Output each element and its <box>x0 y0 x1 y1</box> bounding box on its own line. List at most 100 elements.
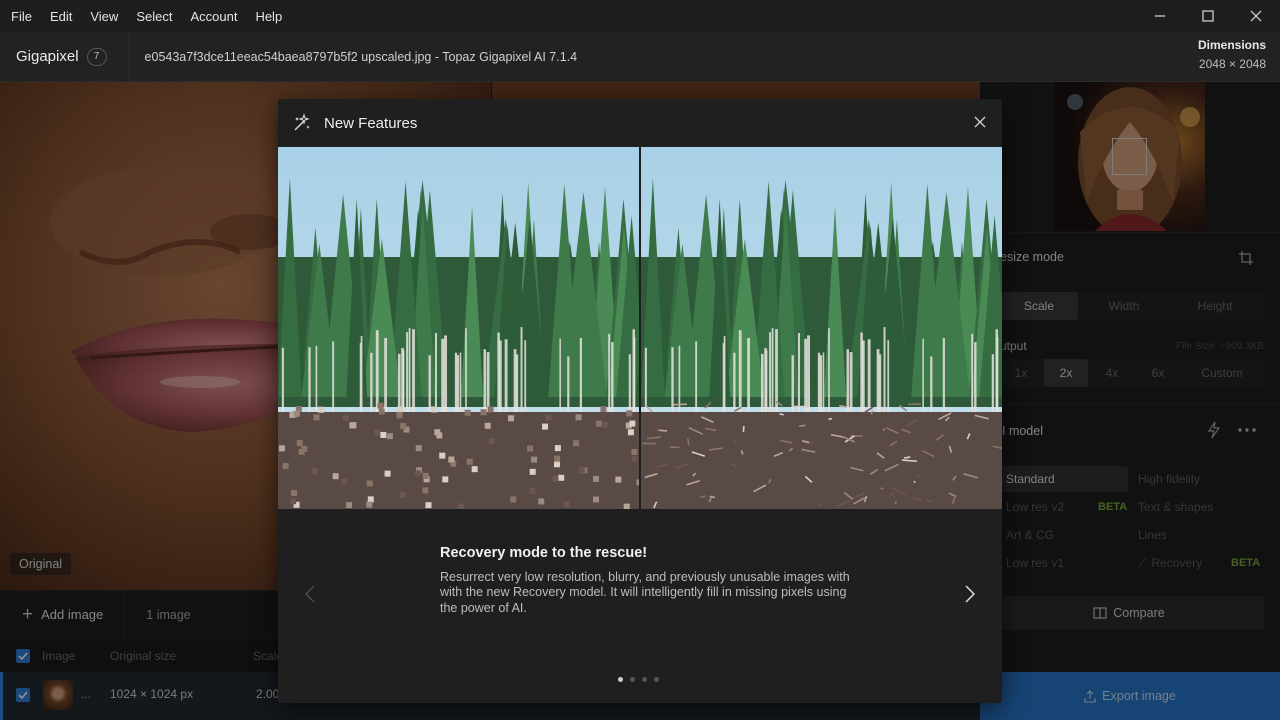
forest-shape <box>600 406 607 413</box>
app-name: Gigapixel <box>16 48 79 65</box>
pagination-dot[interactable] <box>618 677 623 682</box>
pagination-dot[interactable] <box>630 677 635 682</box>
forest-shape <box>797 333 800 424</box>
pagination-dot[interactable] <box>654 677 659 682</box>
forest-shape <box>508 415 515 422</box>
forest-shape <box>552 475 559 482</box>
minimize-icon <box>1155 15 1165 17</box>
close-icon <box>974 116 986 128</box>
close-icon <box>1250 10 1262 22</box>
forest-shape <box>406 332 409 423</box>
forest-shape <box>377 402 384 409</box>
maximize-icon <box>1202 10 1214 22</box>
forest-shape <box>995 329 998 420</box>
forest-shape <box>510 496 517 503</box>
forest-shape <box>484 422 491 429</box>
previous-slide-button[interactable] <box>296 580 324 608</box>
forest-shape <box>311 468 318 475</box>
minimize-button[interactable] <box>1136 0 1184 32</box>
forest-shape <box>386 433 393 440</box>
title-bar: Gigapixel 7 e0543a7f3dce11eeac54baea8797… <box>0 31 1280 82</box>
dimensions-readout: Dimensions 2048 × 2048 <box>1198 38 1266 71</box>
forest-shape <box>313 414 320 421</box>
forest-shape <box>488 438 495 445</box>
forest-shape <box>436 432 443 439</box>
forest-shape <box>798 424 806 427</box>
forest-shape <box>341 478 348 485</box>
menu-view[interactable]: View <box>81 9 127 24</box>
forest-shape <box>444 335 448 426</box>
forest-shape <box>641 412 1002 509</box>
forest-shape <box>396 412 403 419</box>
forest-shape <box>422 487 429 494</box>
dimensions-label: Dimensions <box>1197 38 1266 52</box>
forest-shape <box>278 412 639 509</box>
forest-shape <box>578 466 585 473</box>
menu-edit[interactable]: Edit <box>41 9 81 24</box>
window-controls <box>1136 0 1280 32</box>
forest-shape <box>431 406 438 413</box>
forest-shape <box>904 456 911 459</box>
forest-shape <box>894 501 897 505</box>
menu-account[interactable]: Account <box>181 9 246 24</box>
menu-file[interactable]: File <box>0 9 41 24</box>
close-window-button[interactable] <box>1232 0 1280 32</box>
title-divider <box>128 31 130 82</box>
forest-shape <box>282 462 289 469</box>
forest-shape <box>373 429 380 436</box>
forest-shape <box>779 412 784 416</box>
forest-shape <box>291 490 298 497</box>
sparkle-icon <box>294 113 310 131</box>
forest-shape <box>380 431 387 438</box>
maximize-button[interactable] <box>1184 0 1232 32</box>
forest-shape <box>480 409 487 416</box>
forest-shape <box>529 468 536 475</box>
forest-shape <box>366 480 373 487</box>
chevron-left-icon <box>305 585 315 603</box>
forest-shape <box>615 476 622 483</box>
forest-shape <box>487 406 494 413</box>
version-badge[interactable]: 7 <box>86 47 107 66</box>
slide-pagination <box>618 677 659 682</box>
forest-shape <box>439 452 446 459</box>
new-features-dialog: New Features Recovery mode to the rescue… <box>278 99 1002 703</box>
forest-shape <box>520 327 523 418</box>
forest-shape <box>384 470 391 477</box>
forest-shape <box>807 335 811 426</box>
forest-shape <box>414 470 421 477</box>
menu-help[interactable]: Help <box>246 9 291 24</box>
forest-shape <box>558 474 565 481</box>
forest-shape <box>342 415 349 422</box>
forest-shape <box>378 408 385 415</box>
forest-shape <box>458 503 465 509</box>
menu-select[interactable]: Select <box>127 9 181 24</box>
dialog-header: New Features <box>278 99 1002 147</box>
forest-shape <box>412 329 415 420</box>
forest-shape <box>464 409 471 416</box>
dialog-close-button[interactable] <box>968 110 992 134</box>
forest-shape <box>529 487 536 494</box>
forest-shape <box>573 440 580 447</box>
forest-shape <box>542 423 549 430</box>
forest-shape <box>545 414 552 421</box>
forest-shape <box>296 440 303 447</box>
forest-shape <box>346 502 353 509</box>
forest-shape <box>883 327 886 418</box>
pagination-dot[interactable] <box>642 677 647 682</box>
forest-shape <box>318 406 325 413</box>
forest-shape <box>399 491 406 498</box>
forest-shape <box>553 461 560 468</box>
forest-shape <box>631 455 638 462</box>
slide-description: Resurrect very low resolution, blurry, a… <box>440 570 850 615</box>
forest-shape <box>592 475 599 482</box>
forest-shape <box>575 414 582 421</box>
next-slide-button[interactable] <box>956 580 984 608</box>
forest-shape <box>592 496 599 503</box>
forest-shape <box>709 495 716 499</box>
forest-shape <box>415 445 422 452</box>
forest-shape <box>425 502 432 509</box>
forest-shape <box>554 455 561 462</box>
forest-shape <box>465 328 467 419</box>
menu-bar: File Edit View Select Account Help <box>0 0 1280 32</box>
forest-shape <box>448 456 455 463</box>
